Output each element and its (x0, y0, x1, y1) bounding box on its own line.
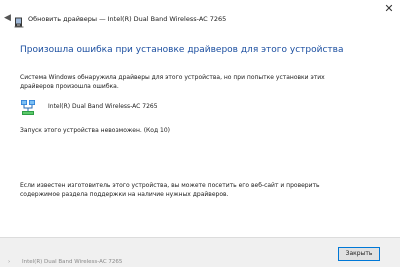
network-adapter-icon (20, 99, 36, 117)
page-heading: Произошла ошибка при установке драйверов… (20, 45, 344, 55)
chevron-right-icon: › (8, 259, 11, 265)
device-manager-icon (14, 13, 24, 28)
drivers-found-message: Система Windows обнаружила драйверы для … (20, 74, 325, 90)
device-name-label: Intel(R) Dual Band Wireless-AC 7265 (48, 103, 158, 110)
close-button[interactable]: Закрыть (338, 247, 380, 261)
device-entry: Intel(R) Dual Band Wireless-AC 7265 (20, 99, 320, 119)
back-arrow-icon[interactable]: ◀ (4, 14, 11, 23)
window-title: Обновить драйверы — Intel(R) Dual Band W… (28, 15, 227, 23)
background-device-list-row: › Intel(R) Dual Band Wireless-AC 7265 (0, 258, 200, 267)
background-device-label: Intel(R) Dual Band Wireless-AC 7265 (22, 259, 123, 265)
title-bar: ◀ Обновить драйверы — Intel(R) Dual Band… (0, 0, 400, 36)
update-drivers-dialog: ◀ Обновить драйверы — Intel(R) Dual Band… (0, 0, 400, 267)
close-window-icon[interactable]: ✕ (382, 3, 396, 17)
manufacturer-advice-text: Если известен изготовитель этого устройс… (20, 182, 320, 198)
error-status-text: Запуск этого устройства невозможен. (Код… (20, 127, 170, 134)
